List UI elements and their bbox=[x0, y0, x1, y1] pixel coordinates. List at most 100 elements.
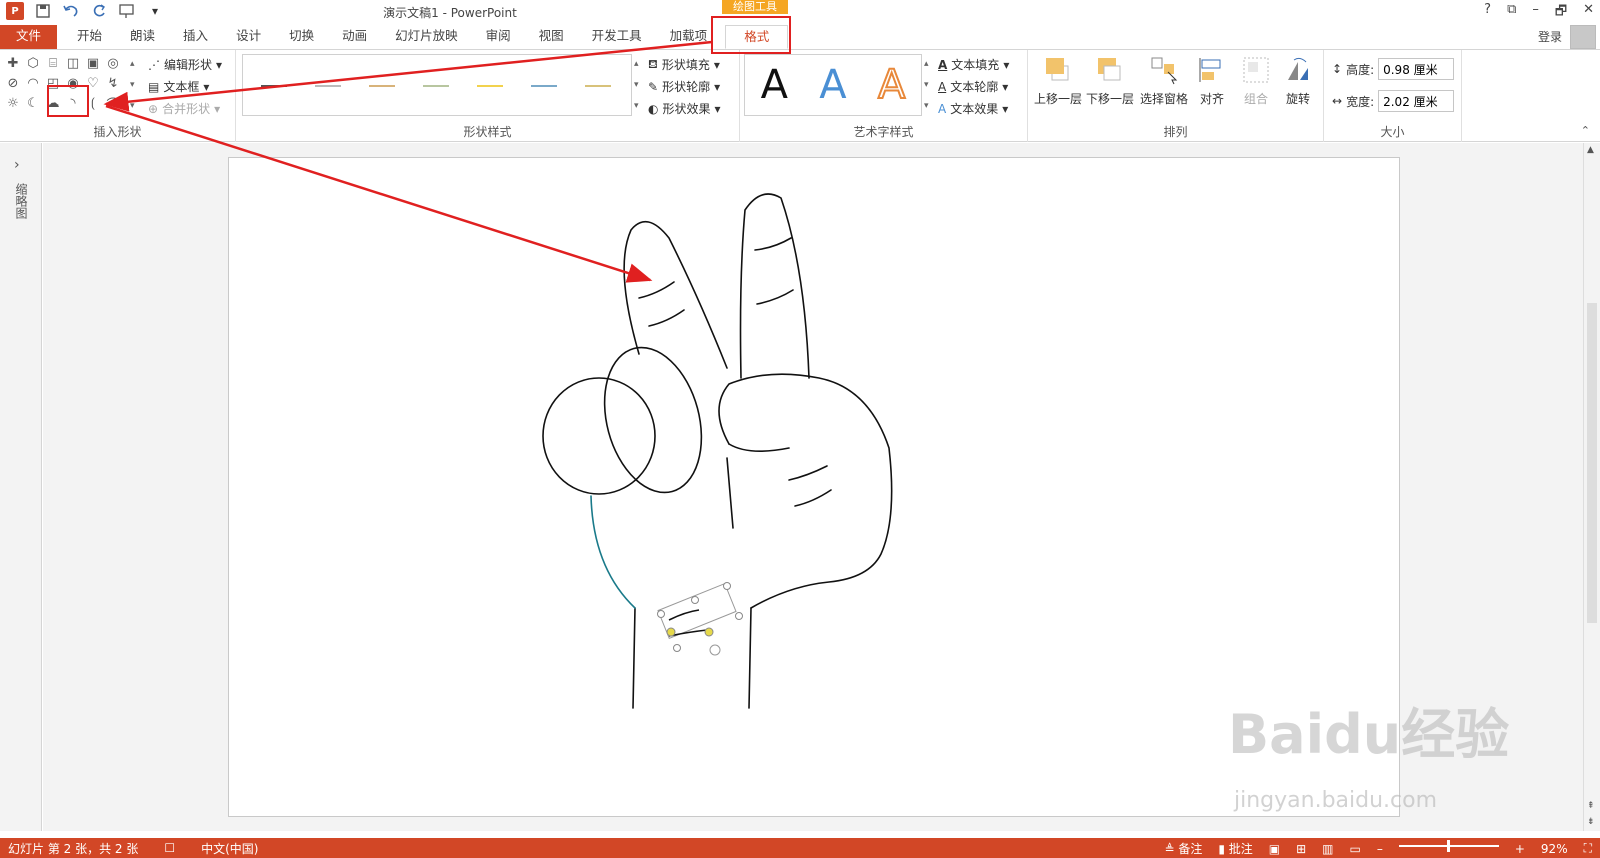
zoom-in-icon[interactable]: + bbox=[1515, 842, 1525, 856]
vertex-handle[interactable] bbox=[704, 627, 714, 637]
tab-slide-show[interactable]: 幻灯片放映 bbox=[381, 25, 472, 49]
bracket-shape-icon[interactable]: ⟮ bbox=[84, 94, 102, 112]
resize-handle[interactable] bbox=[673, 644, 681, 652]
resize-handle[interactable] bbox=[691, 596, 699, 604]
folded-corner-shape-icon[interactable]: ◰ bbox=[44, 74, 62, 92]
zoom-slider-thumb[interactable] bbox=[1446, 839, 1450, 852]
cloud-shape-icon[interactable]: ☁ bbox=[44, 94, 62, 112]
can-shape-icon[interactable]: ⌸ bbox=[44, 54, 62, 72]
shapes-gallery-scroll[interactable]: ▴ ▾ ▾ bbox=[130, 54, 135, 117]
login-link[interactable]: 登录 bbox=[1538, 28, 1562, 45]
shape-outline-button[interactable]: ✎ 形状轮廓 ▾ bbox=[648, 78, 720, 95]
wordart-sample-blue[interactable]: A bbox=[819, 62, 846, 108]
language-indicator[interactable]: 中文(中国) bbox=[201, 840, 258, 857]
rotate-button[interactable]: 旋转 bbox=[1272, 54, 1324, 107]
frame-shape-icon[interactable]: ▣ bbox=[84, 54, 102, 72]
tab-view[interactable]: 视图 bbox=[525, 25, 578, 49]
send-backward-button[interactable]: 下移一层 bbox=[1084, 54, 1136, 107]
wordart-sample-black[interactable]: A bbox=[761, 62, 788, 108]
height-input[interactable] bbox=[1378, 58, 1455, 80]
no-symbol-shape-icon[interactable]: ⊘ bbox=[4, 74, 22, 92]
resize-handle[interactable] bbox=[735, 612, 743, 620]
vertex-handle[interactable] bbox=[666, 627, 676, 637]
ribbon-display-icon[interactable]: ⧉ bbox=[1507, 2, 1516, 24]
slide-show-icon[interactable]: ▭ bbox=[1350, 842, 1361, 856]
selected-shape[interactable] bbox=[657, 582, 743, 656]
text-outline-button[interactable]: A 文本轮廓 ▾ bbox=[938, 78, 1008, 95]
rotate-handle-icon[interactable] bbox=[709, 644, 721, 656]
selection-pane-button[interactable]: 选择窗格 bbox=[1138, 54, 1190, 107]
tab-insert[interactable]: 插入 bbox=[169, 25, 222, 49]
tab-home[interactable]: 开始 bbox=[63, 25, 116, 49]
bring-forward-button[interactable]: 上移一层 bbox=[1032, 54, 1084, 107]
tab-file[interactable]: 文件 bbox=[0, 25, 58, 49]
text-fill-button[interactable]: A 文本填充 ▾ bbox=[938, 56, 1009, 73]
bevel-shape-icon[interactable]: ◉ bbox=[64, 74, 82, 92]
tab-read-aloud[interactable]: 朗读 bbox=[116, 25, 169, 49]
help-icon[interactable]: ? bbox=[1484, 2, 1491, 24]
slide-sorter-icon[interactable]: ⊞ bbox=[1296, 842, 1306, 856]
cube-shape-icon[interactable]: ◫ bbox=[64, 54, 82, 72]
merge-shapes-button[interactable]: ⊕ 合并形状 ▾ bbox=[148, 100, 220, 117]
expand-pane-icon[interactable]: › bbox=[14, 157, 20, 173]
restore-button[interactable]: 🗗 bbox=[1555, 2, 1567, 24]
tab-developer[interactable]: 开发工具 bbox=[578, 25, 656, 49]
cross-shape-icon[interactable]: ✚ bbox=[4, 54, 22, 72]
fit-to-window-icon[interactable]: ⛶ bbox=[1584, 841, 1592, 856]
wordart-sample-orange[interactable]: A bbox=[877, 61, 906, 109]
tab-transitions[interactable]: 切换 bbox=[275, 25, 328, 49]
collapse-ribbon-icon[interactable]: ⌃ bbox=[1581, 124, 1590, 137]
scroll-up-icon[interactable]: ▲ bbox=[1587, 145, 1594, 155]
freeform-arc-shape-icon[interactable]: ◝ bbox=[64, 94, 82, 112]
zoom-level[interactable]: 92% bbox=[1541, 842, 1568, 856]
notes-button[interactable]: ≜ 备注 bbox=[1164, 840, 1202, 857]
width-input[interactable] bbox=[1378, 90, 1455, 112]
tab-review[interactable]: 审阅 bbox=[472, 25, 525, 49]
palm-outline bbox=[718, 373, 893, 609]
minimize-button[interactable]: – bbox=[1532, 2, 1539, 24]
close-button[interactable]: ✕ bbox=[1583, 2, 1594, 24]
previous-slide-icon[interactable]: ⇞ bbox=[1587, 801, 1595, 811]
zoom-out-icon[interactable]: – bbox=[1377, 842, 1383, 856]
style-swatch-orange[interactable] bbox=[369, 85, 395, 87]
text-box-button[interactable]: ▤ 文本框 ▾ bbox=[148, 78, 209, 95]
zoom-slider[interactable] bbox=[1398, 839, 1499, 852]
sun-shape-icon[interactable]: ☼ bbox=[4, 94, 22, 112]
octagon-shape-icon[interactable]: ⬡ bbox=[24, 54, 42, 72]
spell-check-icon[interactable]: ☐ bbox=[164, 841, 175, 855]
tab-design[interactable]: 设计 bbox=[222, 25, 275, 49]
shape-styles-scroll[interactable]: ▴ ▾ ▾ bbox=[634, 54, 639, 117]
slide-canvas[interactable] bbox=[228, 157, 1400, 817]
heart-shape-icon[interactable]: ♡ bbox=[84, 74, 102, 92]
next-slide-icon[interactable]: ⇟ bbox=[1587, 817, 1595, 827]
shape-effects-button[interactable]: ◐ 形状效果 ▾ bbox=[648, 100, 721, 117]
tab-animations[interactable]: 动画 bbox=[328, 25, 381, 49]
moon-shape-icon[interactable]: ☾ bbox=[24, 94, 42, 112]
style-swatch-green[interactable] bbox=[423, 85, 449, 87]
donut-shape-icon[interactable]: ◎ bbox=[104, 54, 122, 72]
slide-counter[interactable]: 幻灯片 第 2 张，共 2 张 bbox=[8, 840, 138, 857]
style-swatch-yellow[interactable] bbox=[477, 85, 503, 87]
style-swatch-blue[interactable] bbox=[531, 85, 557, 87]
shape-fill-button[interactable]: ⛾ 形状填充 ▾ bbox=[648, 56, 720, 73]
brace-shape-icon[interactable]: ⌒ bbox=[104, 94, 122, 113]
style-swatch-gold[interactable] bbox=[585, 85, 611, 87]
tab-format[interactable]: 格式 bbox=[725, 25, 789, 49]
scroll-thumb[interactable] bbox=[1587, 303, 1597, 623]
resize-handle[interactable] bbox=[657, 610, 665, 618]
vertical-scrollbar[interactable]: ▲ ⇞ ⇟ bbox=[1583, 143, 1600, 831]
comments-button[interactable]: ▮ 批注 bbox=[1218, 840, 1252, 857]
style-swatch-gray[interactable] bbox=[315, 85, 341, 87]
normal-view-icon[interactable]: ▣ bbox=[1269, 842, 1280, 856]
text-effects-button[interactable]: A 文本效果 ▾ bbox=[938, 100, 1008, 117]
status-right-controls: ≜ 备注 ▮ 批注 ▣ ⊞ ▥ ▭ – + 92% ⛶ bbox=[1164, 839, 1592, 857]
arc-shape-icon[interactable]: ◠ bbox=[24, 74, 42, 92]
reading-view-icon[interactable]: ▥ bbox=[1322, 842, 1333, 856]
style-swatch-dark[interactable] bbox=[261, 85, 287, 87]
tab-add-ins[interactable]: 加载项 bbox=[656, 25, 722, 49]
edit-shape-button[interactable]: ⋰ 编辑形状 ▾ bbox=[148, 56, 222, 73]
avatar[interactable] bbox=[1570, 25, 1596, 49]
wordart-gallery-scroll[interactable]: ▴ ▾ ▾ bbox=[924, 54, 929, 117]
resize-handle[interactable] bbox=[723, 582, 731, 590]
lightning-shape-icon[interactable]: ↯ bbox=[104, 74, 122, 92]
